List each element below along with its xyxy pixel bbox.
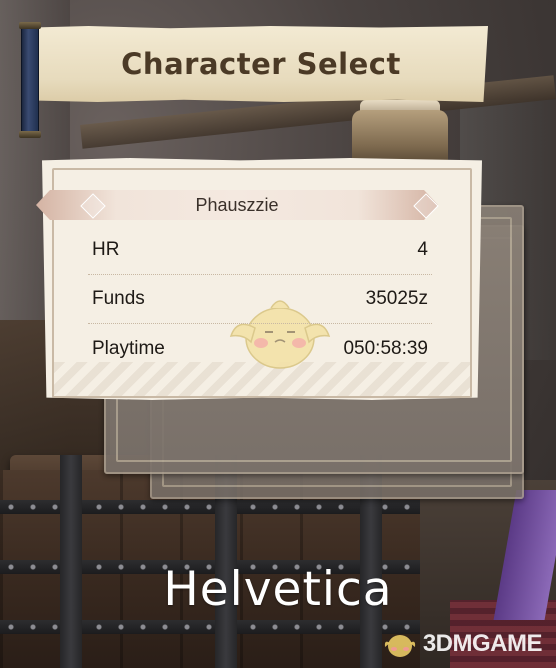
stat-value: 4 — [417, 239, 428, 260]
character-name: Phauszzie — [195, 194, 279, 215]
watermark: 3DMGAME — [383, 626, 543, 662]
title-scroll: Character Select — [34, 26, 488, 102]
stat-row-playtime: Playtime 050:58:39 — [92, 334, 428, 364]
stat-label: HR — [92, 239, 120, 260]
watermark-text: 3DMGAME — [422, 630, 543, 657]
page-title: Character Select — [121, 47, 401, 81]
font-caption: Helvetica — [163, 562, 393, 617]
stat-row-hr: HR 4 — [88, 235, 432, 275]
scroll-rod — [19, 22, 41, 138]
stat-label: Funds — [92, 288, 145, 309]
title-banner: Character Select — [19, 22, 488, 138]
divider — [88, 274, 432, 275]
stat-value: 35025z — [365, 288, 428, 309]
stat-row-funds: Funds 35025z — [88, 284, 432, 324]
divider — [88, 323, 432, 324]
stat-label: Playtime — [92, 338, 165, 359]
watermark-mascot-icon — [384, 635, 415, 657]
stat-value: 050:58:39 — [343, 338, 428, 359]
